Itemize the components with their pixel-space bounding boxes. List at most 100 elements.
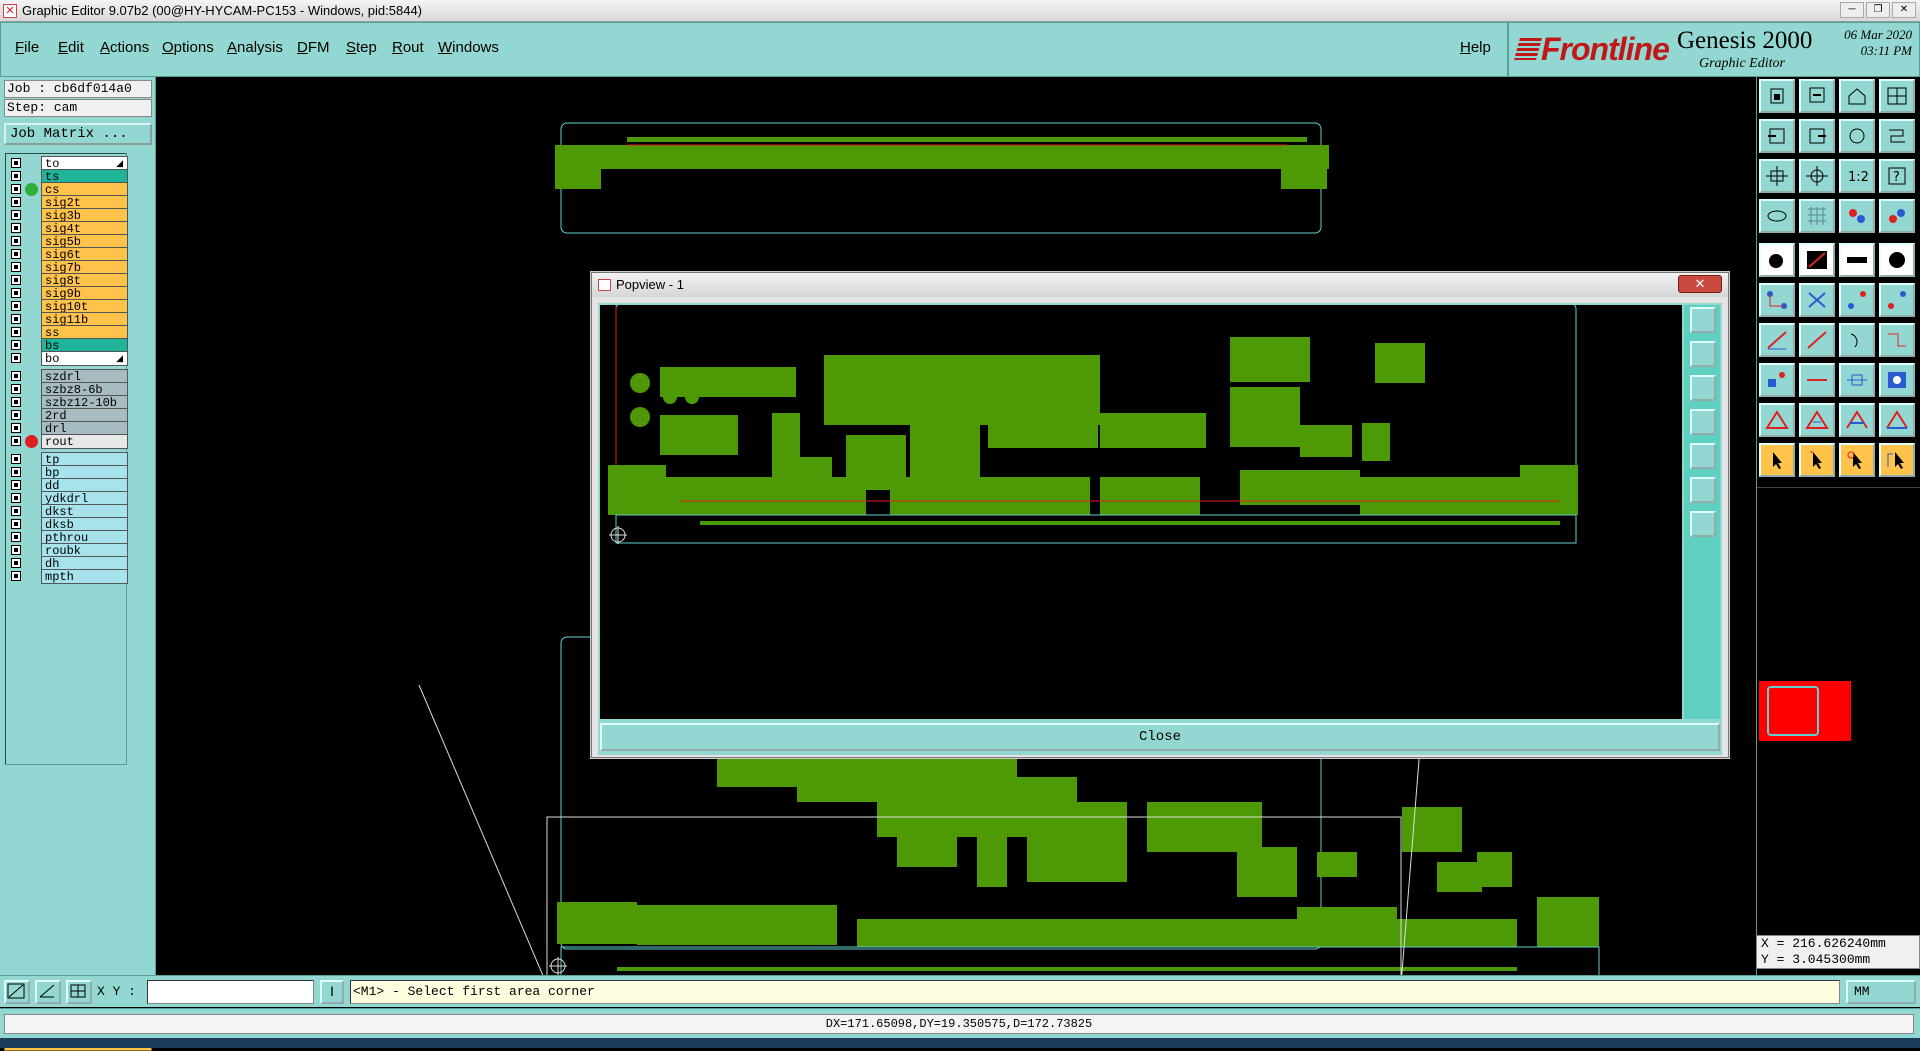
layer-checkbox[interactable] bbox=[11, 184, 21, 194]
layer-checkbox[interactable] bbox=[11, 314, 21, 324]
draw-line-icon[interactable] bbox=[1759, 323, 1795, 357]
graphic-canvas[interactable]: Popview - 1 ✕ Close bbox=[157, 77, 1755, 975]
layer-checkbox[interactable] bbox=[11, 519, 21, 529]
node-icon[interactable] bbox=[1839, 283, 1875, 317]
ruler-icon[interactable] bbox=[1839, 243, 1875, 277]
layer-name[interactable]: rout bbox=[41, 434, 128, 449]
layer-checkbox[interactable] bbox=[11, 423, 21, 433]
layer-checkbox[interactable] bbox=[11, 288, 21, 298]
popview-fit-tool[interactable] bbox=[1690, 477, 1716, 503]
layer-checkbox[interactable] bbox=[11, 467, 21, 477]
zoom-home-icon[interactable] bbox=[1759, 79, 1795, 113]
layer-checkbox[interactable] bbox=[11, 397, 21, 407]
house-icon[interactable] bbox=[1839, 79, 1875, 113]
layer-row[interactable]: mpth bbox=[6, 569, 128, 584]
arch-icon[interactable] bbox=[1839, 403, 1875, 437]
menu-windows[interactable]: Windows bbox=[438, 39, 499, 56]
layer-name[interactable]: mpth bbox=[41, 569, 128, 584]
snap-mode-icon[interactable] bbox=[4, 980, 30, 1004]
popview-close-button[interactable]: Close bbox=[600, 723, 1720, 751]
h-line-icon[interactable] bbox=[1799, 363, 1835, 397]
layer-checkbox[interactable] bbox=[11, 275, 21, 285]
popview-zoom-tool-2[interactable] bbox=[1690, 341, 1716, 367]
popview-close-icon[interactable]: ✕ bbox=[1678, 275, 1722, 293]
pan-right-icon[interactable] bbox=[1799, 119, 1835, 153]
measure-h-icon[interactable] bbox=[1839, 363, 1875, 397]
measure-icon[interactable] bbox=[1759, 199, 1795, 233]
step-line-icon[interactable] bbox=[1879, 323, 1915, 357]
popview-pan-tool-2[interactable] bbox=[1690, 443, 1716, 469]
menu-edit[interactable]: Edit bbox=[58, 39, 84, 56]
snap-grid-icon[interactable] bbox=[66, 980, 92, 1004]
node-alt-icon[interactable] bbox=[1879, 283, 1915, 317]
layer-checkbox[interactable] bbox=[11, 210, 21, 220]
rotate-icon[interactable] bbox=[1839, 119, 1875, 153]
line-icon[interactable] bbox=[1799, 243, 1835, 277]
layer-color-swatch[interactable] bbox=[1759, 681, 1851, 741]
round-pad-icon[interactable] bbox=[1879, 243, 1915, 277]
draw-line-alt-icon[interactable] bbox=[1799, 323, 1835, 357]
menu-step[interactable]: Step bbox=[346, 39, 377, 56]
layer-checkbox[interactable] bbox=[11, 480, 21, 490]
window-icon[interactable] bbox=[1879, 79, 1915, 113]
layer-checkbox[interactable] bbox=[11, 384, 21, 394]
layer-checkbox[interactable] bbox=[11, 410, 21, 420]
layer-checkbox[interactable] bbox=[11, 353, 21, 363]
triangle-icon[interactable] bbox=[1759, 403, 1795, 437]
layer-checkbox[interactable] bbox=[11, 301, 21, 311]
snap-angle-icon[interactable] bbox=[35, 980, 61, 1004]
layer-checkbox[interactable] bbox=[11, 262, 21, 272]
layer-checkbox[interactable] bbox=[11, 171, 21, 181]
layer-name[interactable]: bo ◢ bbox=[41, 351, 128, 366]
menu-options[interactable]: Options bbox=[162, 39, 214, 56]
layer-checkbox[interactable] bbox=[11, 545, 21, 555]
select-pointer-alt-icon[interactable] bbox=[1799, 443, 1835, 477]
layer-checkbox[interactable] bbox=[11, 340, 21, 350]
arch-alt-icon[interactable] bbox=[1879, 403, 1915, 437]
popview-titlebar[interactable]: Popview - 1 ✕ bbox=[592, 273, 1728, 297]
grid-icon[interactable] bbox=[1799, 199, 1835, 233]
layer-checkbox[interactable] bbox=[11, 158, 21, 168]
layer-checkbox[interactable] bbox=[11, 371, 21, 381]
select-area-icon[interactable] bbox=[1839, 443, 1875, 477]
menu-file[interactable]: File bbox=[15, 39, 39, 56]
connect-icon[interactable] bbox=[1759, 283, 1795, 317]
popview-pan-tool-1[interactable] bbox=[1690, 409, 1716, 435]
layer-checkbox[interactable] bbox=[11, 223, 21, 233]
menu-analysis[interactable]: Analysis bbox=[227, 39, 283, 56]
info-button[interactable]: I bbox=[320, 980, 344, 1004]
snap-alt-icon[interactable] bbox=[1879, 199, 1915, 233]
menu-dfm[interactable]: DFM bbox=[297, 39, 330, 56]
xy-input[interactable] bbox=[147, 980, 314, 1004]
move-icon[interactable] bbox=[1759, 363, 1795, 397]
job-matrix-button[interactable]: Job Matrix ... bbox=[4, 123, 152, 145]
menu-actions[interactable]: Actions bbox=[100, 39, 149, 56]
curve-icon[interactable] bbox=[1879, 119, 1915, 153]
select-pointer-icon[interactable] bbox=[1759, 443, 1795, 477]
layer-row[interactable]: rout bbox=[6, 434, 128, 449]
zoom-out-icon[interactable] bbox=[1799, 79, 1835, 113]
layer-checkbox[interactable] bbox=[11, 532, 21, 542]
center-icon[interactable] bbox=[1799, 159, 1835, 193]
fit-all-icon[interactable] bbox=[1759, 159, 1795, 193]
scale-icon[interactable]: 1:2 bbox=[1839, 159, 1875, 193]
popview-canvas[interactable] bbox=[600, 305, 1682, 719]
layer-checkbox[interactable] bbox=[11, 327, 21, 337]
popview-home-tool[interactable] bbox=[1690, 511, 1716, 537]
layer-checkbox[interactable] bbox=[11, 506, 21, 516]
shape-icon[interactable] bbox=[1879, 363, 1915, 397]
minimize-icon[interactable]: ─ bbox=[1840, 2, 1864, 18]
layer-checkbox[interactable] bbox=[11, 571, 21, 581]
popview-zoom-tool-3[interactable] bbox=[1690, 375, 1716, 401]
layer-checkbox[interactable] bbox=[11, 454, 21, 464]
pad-icon[interactable] bbox=[1759, 243, 1795, 277]
help-icon[interactable]: ? bbox=[1879, 159, 1915, 193]
popview-zoom-tool-1[interactable] bbox=[1690, 307, 1716, 333]
close-icon[interactable]: ✕ bbox=[1892, 2, 1916, 18]
layer-checkbox[interactable] bbox=[11, 197, 21, 207]
select-multi-icon[interactable] bbox=[1879, 443, 1915, 477]
menu-rout[interactable]: Rout bbox=[392, 39, 424, 56]
restore-icon[interactable]: ❐ bbox=[1866, 2, 1890, 18]
layer-checkbox[interactable] bbox=[11, 249, 21, 259]
cross-icon[interactable] bbox=[1799, 283, 1835, 317]
